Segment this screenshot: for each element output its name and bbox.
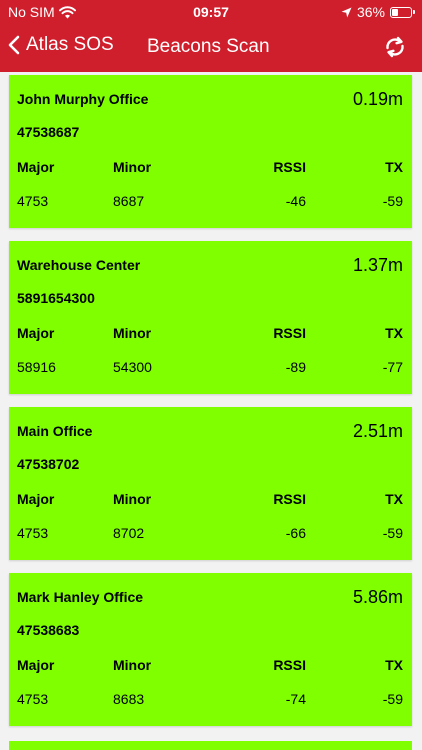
major-header: Major: [17, 657, 55, 673]
major-value: 4753: [17, 691, 49, 707]
back-button[interactable]: Atlas SOS: [8, 34, 114, 56]
back-button-label: Atlas SOS: [26, 34, 114, 55]
beacon-card[interactable]: Mark Hanley Office 5.86m 47538683 Major …: [9, 573, 412, 726]
chevron-left-icon: [8, 35, 20, 55]
beacon-card[interactable]: John Murphy Office 0.19m 47538687 Major …: [9, 75, 412, 228]
rssi-header: RSSI: [273, 491, 306, 507]
tx-header: TX: [385, 325, 403, 341]
tx-header: TX: [385, 657, 403, 673]
app-header: No SIM 09:57 36% Atlas SOS Beacons Scan: [0, 0, 422, 72]
rssi-header: RSSI: [273, 657, 306, 673]
beacon-id: 47538687: [17, 124, 80, 140]
rssi-header: RSSI: [273, 325, 306, 341]
rssi-value: -66: [285, 525, 306, 541]
page-title: Beacons Scan: [147, 36, 270, 57]
rssi-value: -74: [285, 691, 306, 707]
beacon-list[interactable]: John Murphy Office 0.19m 47538687 Major …: [0, 72, 422, 750]
minor-value: 8687: [113, 193, 145, 209]
rssi-value: -46: [285, 193, 306, 209]
beacon-distance: 1.37m: [352, 255, 403, 275]
battery-level: [392, 8, 398, 16]
refresh-icon: [386, 36, 404, 58]
minor-header: Minor: [113, 325, 152, 341]
tx-value: -77: [382, 359, 403, 375]
beacon-card[interactable]: Main Office 2.51m 47538702 Major Minor R…: [9, 407, 412, 560]
major-header: Major: [17, 159, 55, 175]
beacon-id: 5891654300: [17, 290, 95, 306]
beacon-distance: 2.51m: [352, 421, 403, 441]
major-header: Major: [17, 325, 55, 341]
rssi-header: RSSI: [273, 159, 306, 175]
navigation-bar: Atlas SOS Beacons Scan: [0, 28, 422, 68]
minor-value: 54300: [113, 359, 152, 375]
refresh-button[interactable]: [382, 34, 408, 60]
status-right: 36%: [341, 4, 415, 20]
minor-header: Minor: [113, 657, 152, 673]
beacon-distance: 5.86m: [352, 587, 403, 607]
tx-value: -59: [382, 525, 403, 541]
beacon-card-partial[interactable]: [9, 741, 412, 750]
minor-header: Minor: [113, 491, 152, 507]
beacon-name: Warehouse Center: [17, 257, 141, 273]
tx-header: TX: [385, 159, 403, 175]
beacon-id: 47538702: [17, 456, 80, 472]
tx-value: -59: [382, 691, 403, 707]
beacon-name: Mark Hanley Office: [17, 589, 144, 605]
beacon-distance: 0.19m: [352, 89, 403, 109]
major-value: 4753: [17, 193, 49, 209]
beacon-name: John Murphy Office: [17, 91, 149, 107]
minor-header: Minor: [113, 159, 152, 175]
location-arrow-icon: [341, 7, 352, 17]
battery-percent: 36%: [356, 4, 385, 20]
beacon-card[interactable]: Warehouse Center 1.37m 5891654300 Major …: [9, 241, 412, 394]
beacon-id: 47538683: [17, 622, 80, 638]
minor-value: 8702: [113, 525, 145, 541]
beacon-name: Main Office: [17, 423, 93, 439]
major-header: Major: [17, 491, 55, 507]
status-bar: No SIM 09:57 36%: [0, 0, 422, 24]
minor-value: 8683: [113, 691, 145, 707]
major-value: 58916: [17, 359, 56, 375]
rssi-value: -89: [285, 359, 306, 375]
battery-icon: [390, 6, 415, 18]
tx-value: -59: [382, 193, 403, 209]
major-value: 4753: [17, 525, 49, 541]
tx-header: TX: [385, 491, 403, 507]
